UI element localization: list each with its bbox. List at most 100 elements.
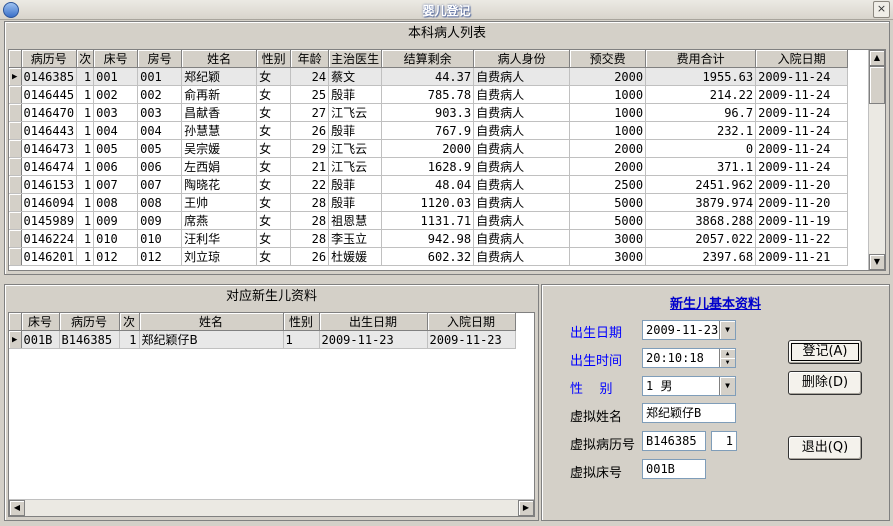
patient-column-header[interactable]: 预交费 bbox=[569, 50, 647, 68]
virtual-bed-field[interactable]: 001B bbox=[642, 459, 706, 479]
patient-cell[interactable]: 自费病人 bbox=[473, 175, 571, 194]
patient-cell[interactable]: 自费病人 bbox=[473, 211, 571, 230]
spin-up-icon[interactable]: ▲ bbox=[719, 349, 735, 358]
patient-row[interactable]: 0146443 1 004 004 孙慧慧女 26 殷菲 767.9 自费病人 1000 232.1… bbox=[9, 121, 849, 140]
scroll-thumb[interactable] bbox=[869, 66, 885, 104]
patient-cell[interactable]: 殷菲 bbox=[328, 85, 383, 104]
gender-select[interactable]: 1 男 ▼ bbox=[642, 376, 736, 396]
newborn-column-header[interactable]: 次 bbox=[119, 313, 140, 331]
patient-cell[interactable]: 2009-11-21 bbox=[755, 247, 849, 266]
row-indicator[interactable] bbox=[9, 85, 22, 104]
patient-column-header[interactable]: 性别 bbox=[256, 50, 292, 68]
patient-cell[interactable]: 江飞云 bbox=[328, 139, 383, 158]
patient-cell[interactable]: 1000 bbox=[569, 121, 647, 140]
patient-cell[interactable]: 1 bbox=[76, 211, 95, 230]
patient-cell[interactable]: 1000 bbox=[569, 103, 647, 122]
patient-cell[interactable]: 1628.9 bbox=[381, 157, 475, 176]
patient-cell[interactable]: 0146473 bbox=[21, 139, 78, 158]
patient-column-header[interactable]: 入院日期 bbox=[755, 50, 849, 68]
patient-cell[interactable]: 杜媛媛 bbox=[328, 247, 383, 266]
patient-cell[interactable]: 942.98 bbox=[381, 229, 475, 248]
patient-cell[interactable]: 自费病人 bbox=[473, 247, 571, 266]
virtual-record-field[interactable]: B146385 bbox=[642, 431, 706, 451]
patient-cell[interactable]: 孙慧慧 bbox=[181, 121, 258, 140]
patient-column-header[interactable]: 病历号 bbox=[21, 50, 78, 68]
patient-cell[interactable]: 5000 bbox=[569, 211, 647, 230]
patient-cell[interactable]: 1 bbox=[76, 229, 95, 248]
patient-cell[interactable]: 26 bbox=[290, 121, 330, 140]
patient-cell[interactable]: 殷菲 bbox=[328, 121, 383, 140]
row-indicator[interactable]: ▶ bbox=[9, 67, 22, 86]
patient-cell[interactable]: 26 bbox=[290, 247, 330, 266]
newborn-cell[interactable]: 1 bbox=[283, 330, 320, 349]
row-indicator[interactable] bbox=[9, 103, 22, 122]
patient-cell[interactable]: 010 bbox=[93, 229, 139, 248]
patient-cell[interactable]: 004 bbox=[137, 121, 183, 140]
row-indicator[interactable] bbox=[9, 229, 22, 248]
patient-cell[interactable]: 2009-11-24 bbox=[755, 85, 849, 104]
newborn-horizontal-scrollbar[interactable]: ◀ ▶ bbox=[9, 499, 534, 516]
patient-column-header[interactable]: 姓名 bbox=[181, 50, 258, 68]
patient-cell[interactable]: 1 bbox=[76, 247, 95, 266]
patient-cell[interactable]: 002 bbox=[137, 85, 183, 104]
patient-cell[interactable]: 吴宗媛 bbox=[181, 139, 258, 158]
patient-cell[interactable]: 女 bbox=[256, 247, 292, 266]
patient-column-header[interactable]: 床号 bbox=[93, 50, 139, 68]
patient-cell[interactable]: 2009-11-20 bbox=[755, 193, 849, 212]
patient-cell[interactable]: 003 bbox=[93, 103, 139, 122]
patient-cell[interactable]: 371.1 bbox=[645, 157, 757, 176]
virtual-record-seq-field[interactable]: 1 bbox=[711, 431, 737, 451]
patient-cell[interactable]: 25 bbox=[290, 85, 330, 104]
patient-cell[interactable]: 3000 bbox=[569, 247, 647, 266]
patient-cell[interactable]: 李玉立 bbox=[328, 229, 383, 248]
row-indicator[interactable] bbox=[9, 211, 22, 230]
patient-cell[interactable]: 006 bbox=[93, 157, 139, 176]
patient-cell[interactable]: 28 bbox=[290, 211, 330, 230]
row-indicator[interactable] bbox=[9, 139, 22, 158]
patient-vertical-scrollbar[interactable]: ▲ ▼ bbox=[868, 50, 885, 270]
patient-column-header[interactable]: 次 bbox=[76, 50, 95, 68]
patient-cell[interactable]: 3879.974 bbox=[645, 193, 757, 212]
patient-cell[interactable]: 殷菲 bbox=[328, 193, 383, 212]
patient-cell[interactable]: 自费病人 bbox=[473, 157, 571, 176]
patient-cell[interactable]: 214.22 bbox=[645, 85, 757, 104]
patient-cell[interactable]: 0146470 bbox=[21, 103, 78, 122]
patient-cell[interactable]: 自费病人 bbox=[473, 103, 571, 122]
patient-cell[interactable]: 1955.63 bbox=[645, 67, 757, 86]
patient-row[interactable]: 0146094 1 008 008 王帅女 28 殷菲 1120.03 自费病人 5000 3879… bbox=[9, 193, 849, 212]
row-indicator[interactable]: ▶ bbox=[9, 330, 22, 349]
patient-cell[interactable]: 郑纪颖 bbox=[181, 67, 258, 86]
scroll-up-icon[interactable]: ▲ bbox=[869, 50, 885, 66]
patient-cell[interactable]: 003 bbox=[137, 103, 183, 122]
patient-cell[interactable]: 002 bbox=[93, 85, 139, 104]
patient-cell[interactable]: 2500 bbox=[569, 175, 647, 194]
patient-cell[interactable]: 1 bbox=[76, 157, 95, 176]
patient-row[interactable]: 0146473 1 005 005 吴宗媛女 29 江飞云 2000 自费病人 2000 0 2009… bbox=[9, 139, 849, 158]
exit-button[interactable]: 退出(Q) bbox=[788, 436, 862, 460]
newborn-cell[interactable]: B146385 bbox=[59, 330, 120, 349]
patient-cell[interactable]: 0145989 bbox=[21, 211, 78, 230]
patient-cell[interactable]: 5000 bbox=[569, 193, 647, 212]
patient-cell[interactable]: 自费病人 bbox=[473, 193, 571, 212]
patient-cell[interactable]: 自费病人 bbox=[473, 85, 571, 104]
patient-cell[interactable]: 006 bbox=[137, 157, 183, 176]
newborn-column-header[interactable]: 床号 bbox=[21, 313, 60, 331]
patient-cell[interactable]: 0146443 bbox=[21, 121, 78, 140]
spin-down-icon[interactable]: ▼ bbox=[719, 358, 735, 367]
patient-cell[interactable]: 1 bbox=[76, 121, 95, 140]
patient-row[interactable]: 0146153 1 007 007 陶晓花女 22 殷菲 48.04 自费病人 2500 2451.… bbox=[9, 175, 849, 194]
patient-cell[interactable]: 22 bbox=[290, 175, 330, 194]
patient-cell[interactable]: 女 bbox=[256, 139, 292, 158]
row-indicator[interactable] bbox=[9, 175, 22, 194]
patient-cell[interactable]: 殷菲 bbox=[328, 175, 383, 194]
patient-cell[interactable]: 0146094 bbox=[21, 193, 78, 212]
patient-column-header[interactable]: 费用合计 bbox=[645, 50, 757, 68]
patient-cell[interactable]: 自费病人 bbox=[473, 121, 571, 140]
birth-date-select[interactable]: 2009-11-23 ▼ bbox=[642, 320, 736, 340]
patient-cell[interactable]: 007 bbox=[93, 175, 139, 194]
patient-cell[interactable]: 女 bbox=[256, 175, 292, 194]
patient-column-header[interactable]: 主治医生 bbox=[328, 50, 383, 68]
patient-cell[interactable]: 2000 bbox=[569, 157, 647, 176]
patient-cell[interactable]: 自费病人 bbox=[473, 139, 571, 158]
row-indicator[interactable] bbox=[9, 157, 22, 176]
